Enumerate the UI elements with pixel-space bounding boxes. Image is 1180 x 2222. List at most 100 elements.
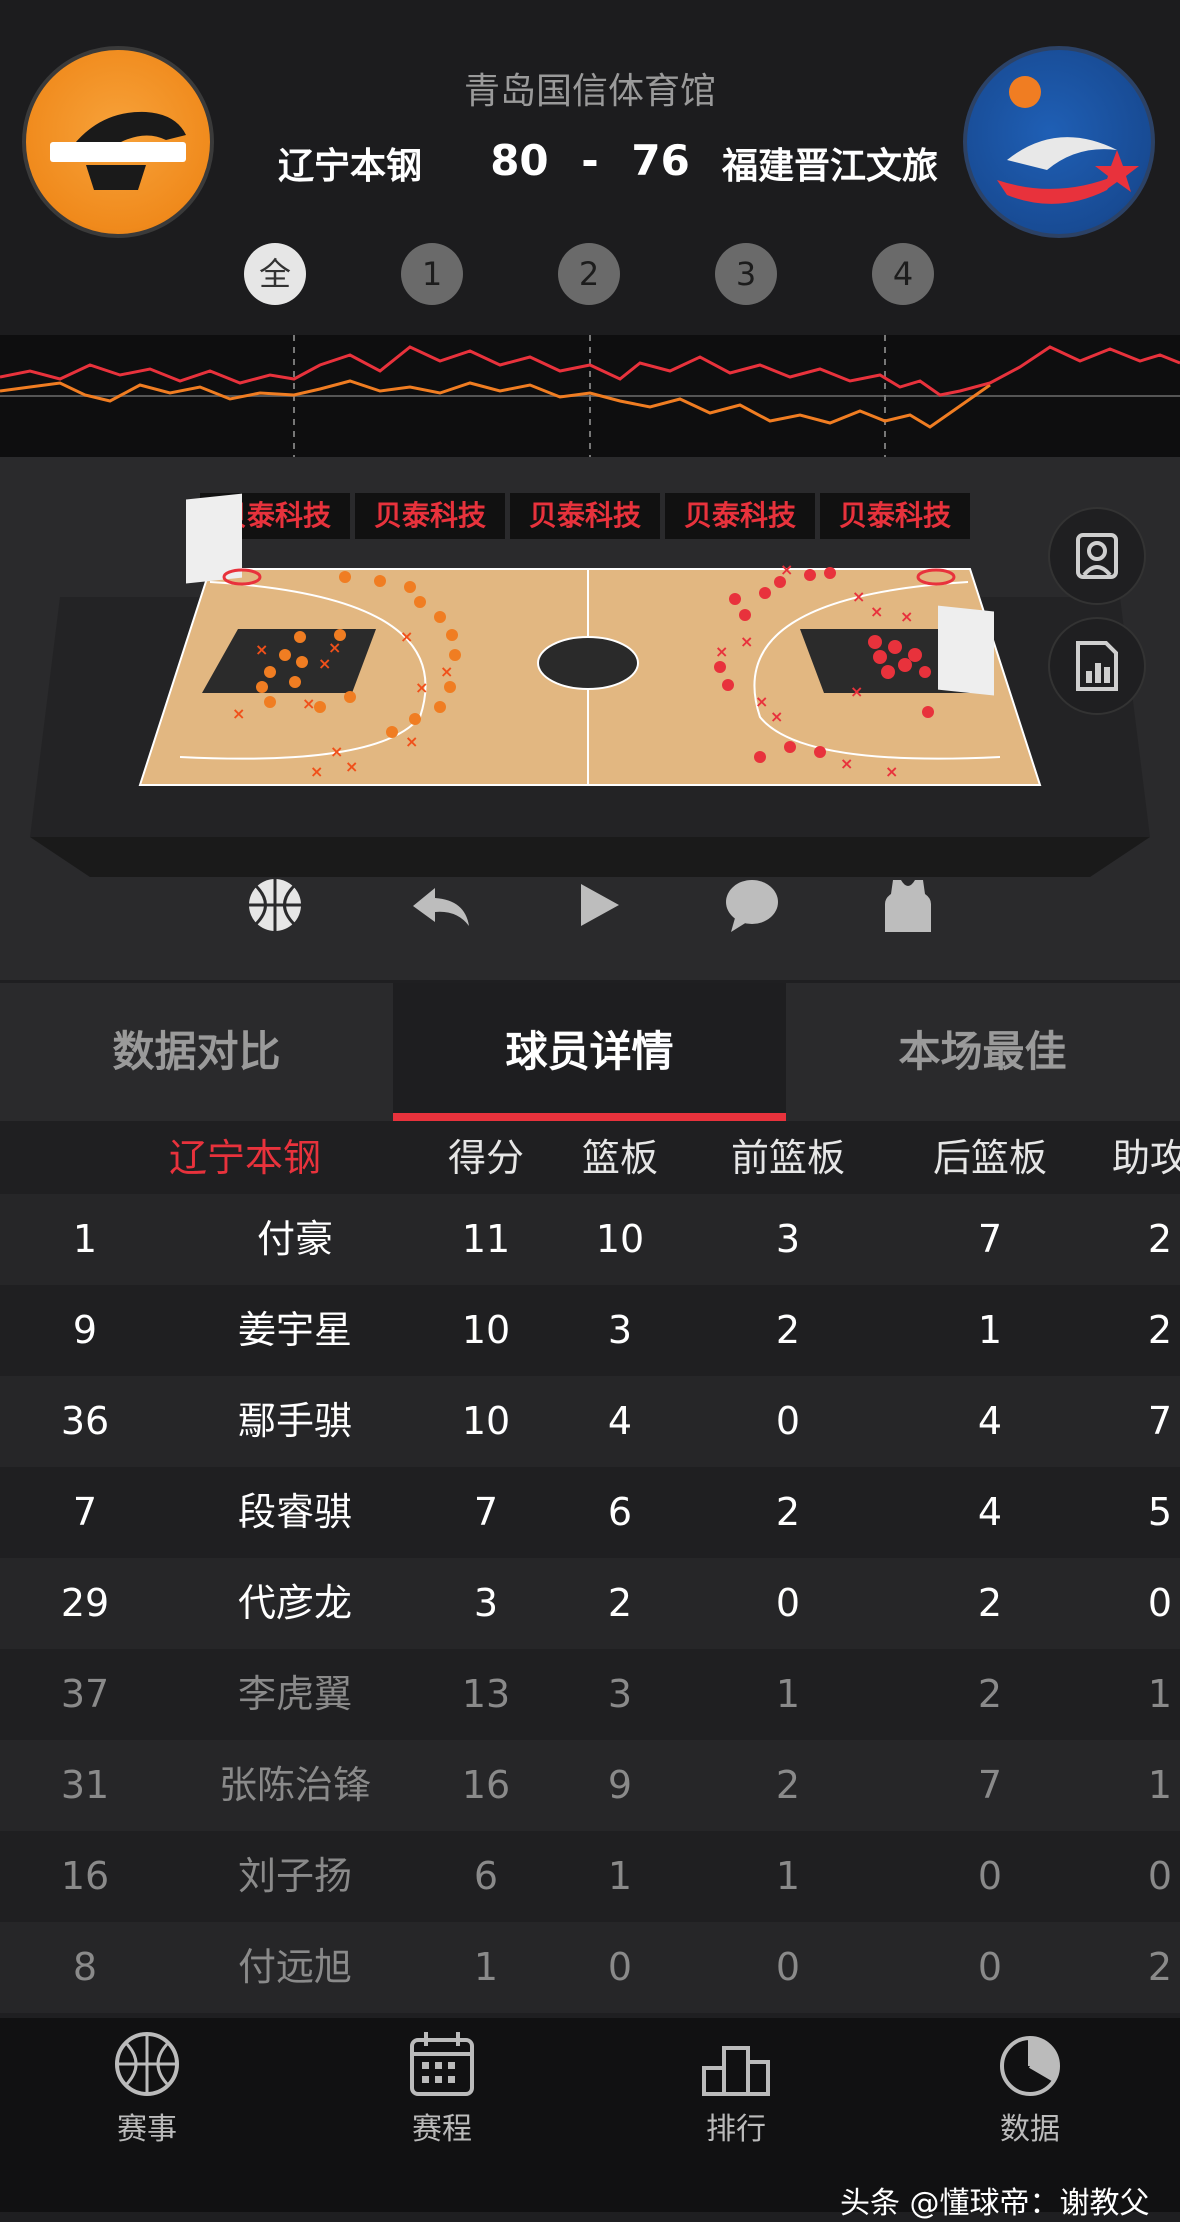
person-icon (1076, 533, 1118, 579)
home-team-name[interactable]: 辽宁本钢 (260, 137, 440, 189)
rebounds-cell: 1 (607, 1854, 633, 1898)
points-cell: 3 (473, 1581, 499, 1625)
jersey-button[interactable] (873, 870, 943, 940)
assists-cell: 2 (1147, 1217, 1173, 1261)
tab-player-details[interactable]: 球员详情 (393, 983, 786, 1121)
column-header-assists[interactable]: 助攻 (1112, 1127, 1180, 1182)
column-header-off-rebounds[interactable]: 前篮板 (708, 1127, 868, 1182)
table-row[interactable]: 7 段睿骐 7 6 2 4 5 (0, 1467, 1180, 1558)
nav-item-rankings[interactable]: 排行 (666, 2028, 806, 2148)
svg-text:×: × (850, 682, 863, 701)
off-rebounds-cell: 2 (775, 1308, 801, 1352)
player-filter-button[interactable] (1048, 507, 1146, 605)
assists-cell: 2 (1147, 1308, 1173, 1352)
table-row[interactable]: 8 付远旭 1 0 0 0 2 (0, 1922, 1180, 2013)
svg-text:×: × (232, 704, 245, 723)
svg-text:×: × (405, 732, 418, 751)
svg-text:×: × (330, 742, 343, 761)
def-rebounds-cell: 4 (977, 1490, 1003, 1534)
svg-text:×: × (715, 642, 728, 661)
svg-text:×: × (440, 662, 453, 681)
rewind-icon (413, 888, 469, 926)
sponsor-banner-text: 贝泰科技 (374, 499, 486, 532)
away-team-name[interactable]: 福建晋江文旅 (700, 137, 960, 189)
play-button[interactable] (563, 870, 633, 940)
player-name[interactable]: 付远旭 (195, 1922, 395, 2013)
quarter-filter-1[interactable]: 1 (401, 243, 463, 305)
rewind-button[interactable] (405, 870, 475, 940)
team-column-header[interactable]: 辽宁本钢 (130, 1127, 360, 1182)
momentum-graph (0, 335, 1180, 457)
jersey-number: 37 (60, 1672, 110, 1716)
quarter-filter-all[interactable]: 全 (244, 243, 306, 305)
points-cell: 1 (473, 1945, 499, 1989)
active-tab-indicator (393, 1113, 786, 1121)
svg-text:×: × (328, 638, 341, 657)
player-name[interactable]: 张陈治锋 (195, 1740, 395, 1831)
def-rebounds-cell: 2 (977, 1672, 1003, 1716)
svg-text:×: × (302, 694, 315, 713)
sponsor-banner-text: 贝泰科技 (684, 499, 796, 532)
def-rebounds-cell: 2 (977, 1581, 1003, 1625)
assists-cell: 1 (1147, 1763, 1173, 1807)
svg-text:×: × (345, 757, 358, 776)
all-shots-button[interactable] (240, 870, 310, 940)
def-rebounds-cell: 0 (977, 1854, 1003, 1898)
comment-button[interactable] (717, 870, 787, 940)
player-name[interactable]: 鄢手骐 (195, 1376, 395, 1467)
table-row[interactable]: 31 张陈治锋 16 9 2 7 1 (0, 1740, 1180, 1831)
quarter-filter-4[interactable]: 4 (872, 243, 934, 305)
jersey-number: 36 (60, 1399, 110, 1443)
nav-item-data[interactable]: 数据 (960, 2028, 1100, 2148)
rebounds-cell: 0 (607, 1945, 633, 1989)
def-rebounds-cell: 7 (977, 1217, 1003, 1261)
pie-chart-icon (1000, 2036, 1060, 2096)
svg-text:×: × (310, 762, 323, 781)
nav-item-schedule[interactable]: 赛程 (372, 2028, 512, 2148)
nav-label: 赛事 (117, 2112, 177, 2147)
quarter-filter-3[interactable]: 3 (715, 243, 777, 305)
player-name[interactable]: 代彦龙 (195, 1558, 395, 1649)
tab-stats-compare[interactable]: 数据对比 (0, 983, 393, 1121)
def-rebounds-cell: 4 (977, 1399, 1003, 1443)
player-name[interactable]: 李虎翼 (195, 1649, 395, 1740)
scoreboard-header: 青岛国信体育馆 辽宁本钢 80 - 76 福建晋江文旅 全 1 2 3 4 (0, 0, 1180, 335)
svg-text:×: × (770, 707, 783, 726)
table-row[interactable]: 36 鄢手骐 10 4 0 4 7 (0, 1376, 1180, 1467)
svg-text:×: × (870, 602, 883, 621)
quarter-filter-2[interactable]: 2 (558, 243, 620, 305)
rebounds-cell: 3 (607, 1672, 633, 1716)
watermark-text: 头条 @懂球帝：谢教父 (840, 2186, 1150, 2221)
table-row[interactable]: 9 姜宇星 10 3 2 1 2 (0, 1285, 1180, 1376)
score-display: 80 - 76 (490, 136, 690, 185)
assists-cell: 7 (1147, 1399, 1173, 1443)
jersey-number: 31 (60, 1763, 110, 1807)
away-team-logo[interactable] (963, 46, 1155, 238)
column-header-points[interactable]: 得分 (436, 1127, 536, 1182)
off-rebounds-cell: 0 (775, 1399, 801, 1443)
points-cell: 13 (461, 1672, 511, 1716)
nav-label: 数据 (1000, 2112, 1060, 2147)
jersey-icon (885, 880, 931, 932)
player-name[interactable]: 付豪 (195, 1194, 395, 1285)
table-row[interactable]: 16 刘子扬 6 1 1 0 0 (0, 1831, 1180, 1922)
nav-item-games[interactable]: 赛事 (77, 2028, 217, 2148)
off-rebounds-cell: 1 (775, 1672, 801, 1716)
table-row[interactable]: 1 付豪 11 10 3 7 2 (0, 1194, 1180, 1285)
home-score: 80 (490, 136, 549, 185)
player-name[interactable]: 段睿骐 (195, 1467, 395, 1558)
jersey-number: 1 (72, 1217, 98, 1261)
table-row[interactable]: 37 李虎翼 13 3 1 2 1 (0, 1649, 1180, 1740)
stats-view-button[interactable] (1048, 617, 1146, 715)
score-separator: - (581, 136, 599, 185)
table-row[interactable]: 29 代彦龙 3 2 0 2 0 (0, 1558, 1180, 1649)
sponsor-banners: 贝泰科技 贝泰科技 贝泰科技 贝泰科技 贝泰科技 (200, 493, 970, 539)
shark-logo-icon (997, 76, 1139, 204)
column-header-def-rebounds[interactable]: 后篮板 (910, 1127, 1070, 1182)
player-name[interactable]: 刘子扬 (195, 1831, 395, 1922)
player-name[interactable]: 姜宇星 (195, 1285, 395, 1376)
column-header-rebounds[interactable]: 篮板 (570, 1127, 670, 1182)
assists-cell: 0 (1147, 1854, 1173, 1898)
tab-game-best[interactable]: 本场最佳 (786, 983, 1179, 1121)
play-icon (581, 884, 619, 926)
